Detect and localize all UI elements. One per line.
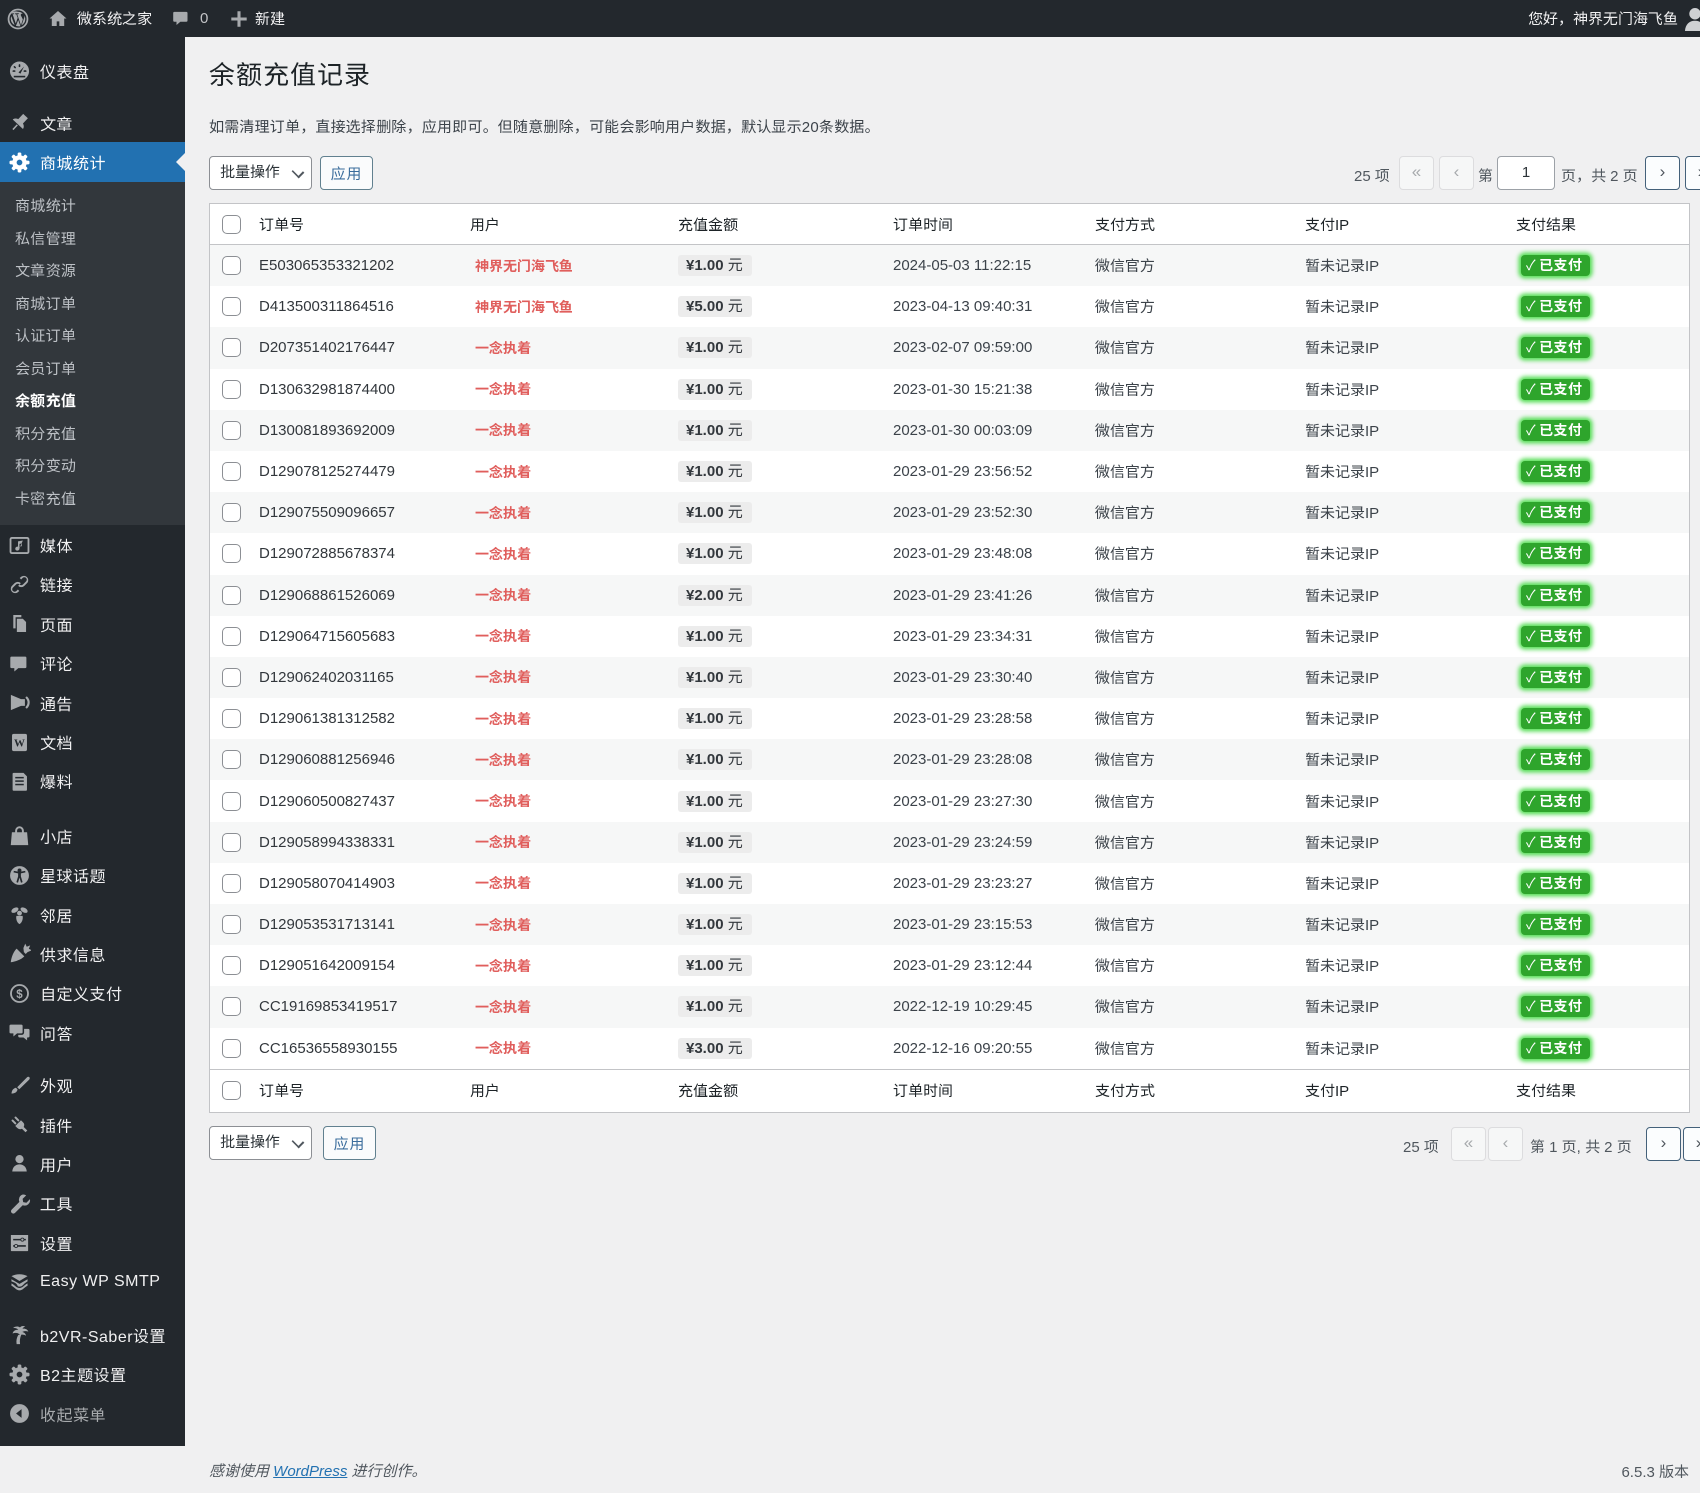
svg-text:W: W xyxy=(14,737,25,749)
svg-text:$: $ xyxy=(16,989,23,1001)
